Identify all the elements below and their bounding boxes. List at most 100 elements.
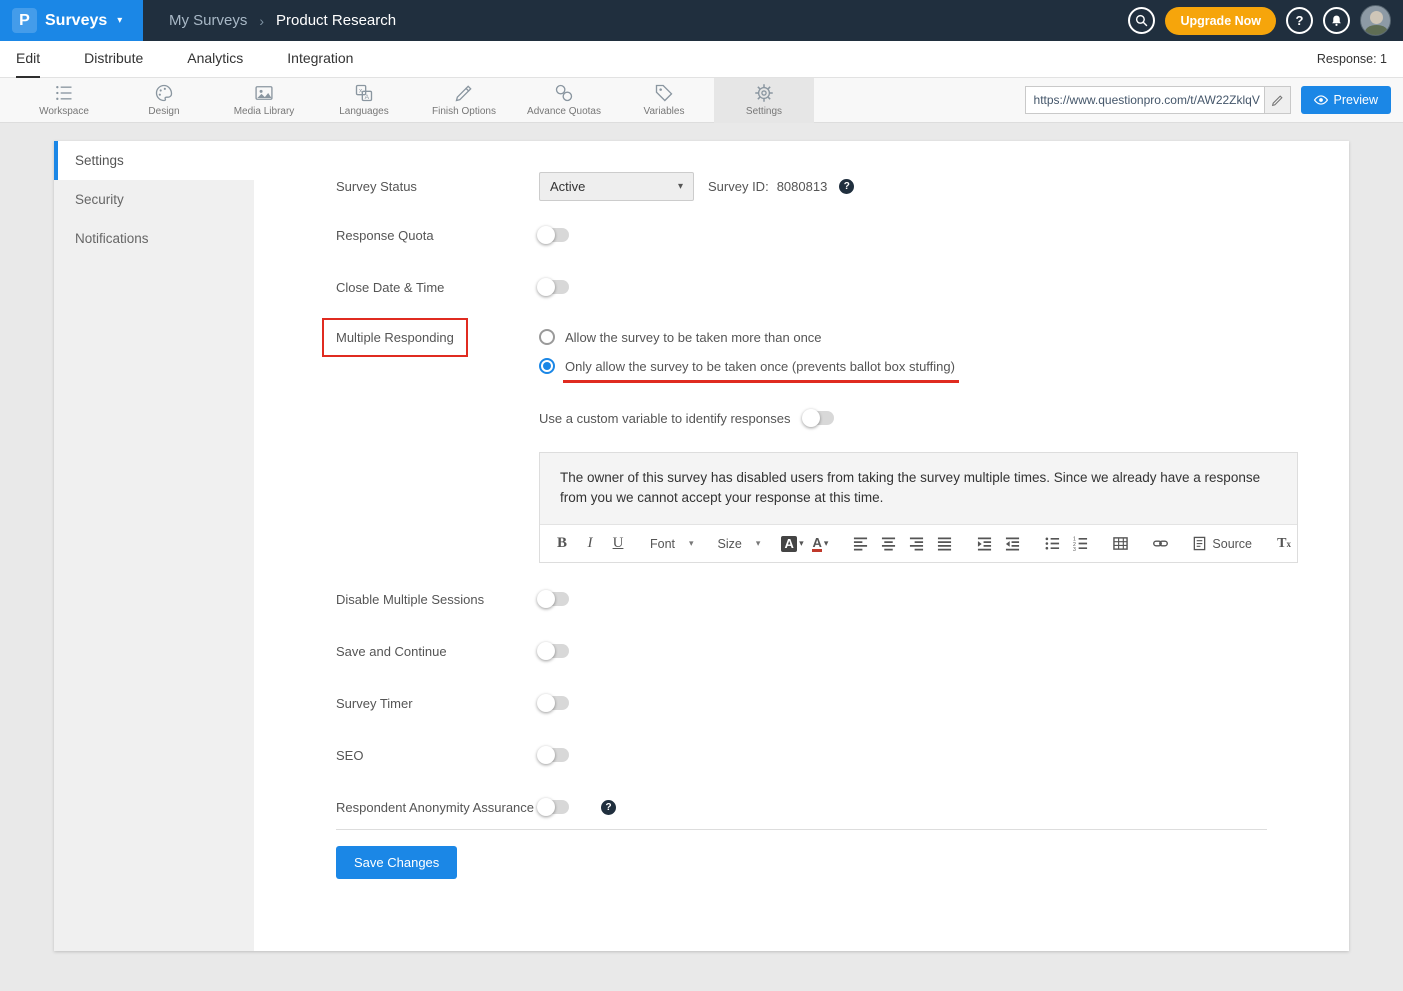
palette-icon: [154, 83, 174, 103]
italic-button[interactable]: I: [578, 532, 602, 556]
tab-edit[interactable]: Edit: [16, 41, 40, 78]
tab-distribute[interactable]: Distribute: [84, 41, 143, 78]
avatar[interactable]: [1360, 5, 1391, 36]
numbered-list-icon: 123: [1073, 536, 1088, 551]
disable-sessions-row: Disable Multiple Sessions: [336, 589, 1298, 609]
multiple-responding-row: Multiple Responding Allow the survey to …: [336, 329, 1298, 374]
toolbar-item-advance-quotas[interactable]: Advance Quotas: [514, 78, 614, 123]
indent-icon: [977, 536, 992, 551]
eye-icon: [1314, 93, 1328, 107]
settings-content: Survey Status Active ▾ Survey ID: 808081…: [254, 141, 1350, 951]
survey-id-value: 8080813: [777, 179, 828, 194]
tab-analytics[interactable]: Analytics: [187, 41, 243, 78]
text-color-icon: A: [812, 536, 821, 552]
quotas-icon: [554, 83, 574, 103]
option-only-once[interactable]: Only allow the survey to be taken once (…: [539, 358, 955, 374]
insert-table-button[interactable]: [1108, 532, 1132, 556]
save-continue-row: Save and Continue: [336, 641, 1298, 661]
anonymity-toggle[interactable]: [539, 800, 569, 814]
questionpro-logo: P: [12, 8, 37, 33]
underline-button[interactable]: U: [606, 532, 630, 556]
help-button[interactable]: ?: [1286, 7, 1313, 34]
toolbar-item-settings[interactable]: Settings: [714, 78, 814, 123]
breadcrumb-separator-icon: ›: [259, 13, 264, 29]
survey-url-input[interactable]: https://www.questionpro.com/t/AW22ZklqV: [1026, 87, 1264, 113]
close-date-toggle[interactable]: [539, 280, 569, 294]
sidebar-item-settings[interactable]: Settings: [54, 141, 254, 180]
brand-label: Surveys: [45, 12, 107, 30]
pencil-icon: [454, 83, 474, 103]
help-icon[interactable]: ?: [601, 800, 616, 815]
surveys-menu[interactable]: P Surveys ▾: [0, 0, 143, 41]
toolbar-item-variables[interactable]: Variables: [614, 78, 714, 123]
toolbar-item-languages[interactable]: xA Languages: [314, 78, 414, 123]
preview-button[interactable]: Preview: [1301, 86, 1391, 114]
align-left-button[interactable]: [848, 532, 872, 556]
disable-sessions-toggle[interactable]: [539, 592, 569, 606]
source-button[interactable]: Source: [1188, 532, 1256, 556]
insert-link-button[interactable]: [1148, 532, 1172, 556]
size-dropdown[interactable]: Size ▾: [714, 537, 765, 551]
custom-variable-row: Use a custom variable to identify respon…: [539, 408, 1298, 428]
seo-toggle[interactable]: [539, 748, 569, 762]
toolbar-item-design[interactable]: Design: [114, 78, 214, 123]
notifications-button[interactable]: [1323, 7, 1350, 34]
outdent-button[interactable]: [1000, 532, 1024, 556]
help-icon[interactable]: ?: [839, 179, 854, 194]
bold-button[interactable]: B: [550, 532, 574, 556]
languages-icon: xA: [354, 83, 374, 103]
edit-url-button[interactable]: [1264, 87, 1290, 113]
annotation-red-underline: Only allow the survey to be taken once (…: [565, 359, 955, 374]
survey-status-select[interactable]: Active ▾: [539, 172, 694, 201]
anonymity-row: Respondent Anonymity Assurance ?: [336, 797, 1298, 817]
align-center-button[interactable]: [876, 532, 900, 556]
save-continue-label: Save and Continue: [336, 644, 539, 659]
toolbar-item-finish-options[interactable]: Finish Options: [414, 78, 514, 123]
text-color-button[interactable]: A ▾: [808, 532, 832, 556]
save-continue-toggle[interactable]: [539, 644, 569, 658]
align-left-icon: [853, 536, 868, 551]
seo-label: SEO: [336, 748, 539, 763]
page-background: Settings Security Notifications Survey S…: [0, 123, 1403, 991]
anonymity-label: Respondent Anonymity Assurance: [336, 800, 539, 815]
survey-timer-label: Survey Timer: [336, 696, 539, 711]
align-right-button[interactable]: [904, 532, 928, 556]
outdent-icon: [1005, 536, 1020, 551]
toolbar-item-workspace[interactable]: Workspace: [14, 78, 114, 123]
response-quota-row: Response Quota: [336, 225, 1298, 245]
survey-timer-toggle[interactable]: [539, 696, 569, 710]
response-count: Response: 1: [1317, 52, 1387, 66]
sidebar-item-notifications[interactable]: Notifications: [54, 219, 254, 258]
annotation-red-box: Multiple Responding: [322, 318, 468, 357]
numbered-list-button[interactable]: 123: [1068, 532, 1092, 556]
search-button[interactable]: [1128, 7, 1155, 34]
divider: [336, 829, 1267, 830]
edit-toolbar: Workspace Design Media Library xA Langua…: [0, 78, 1403, 123]
disabled-message-text[interactable]: The owner of this survey has disabled us…: [540, 453, 1297, 524]
settings-card: Settings Security Notifications Survey S…: [54, 141, 1349, 951]
background-color-button[interactable]: A ▾: [780, 532, 804, 556]
table-icon: [1113, 536, 1128, 551]
save-changes-button[interactable]: Save Changes: [336, 846, 457, 879]
custom-variable-toggle[interactable]: [804, 411, 834, 425]
indent-button[interactable]: [972, 532, 996, 556]
bullet-list-button[interactable]: [1040, 532, 1064, 556]
tab-integration[interactable]: Integration: [287, 41, 353, 78]
font-dropdown[interactable]: Font ▾: [646, 537, 698, 551]
option-allow-multiple[interactable]: Allow the survey to be taken more than o…: [539, 329, 955, 345]
settings-sidebar: Settings Security Notifications: [54, 141, 254, 951]
breadcrumb-my-surveys[interactable]: My Surveys: [169, 12, 247, 29]
radio-unselected-icon: [539, 329, 555, 345]
header-actions: Upgrade Now ?: [1128, 5, 1403, 36]
disabled-message-editor: The owner of this survey has disabled us…: [539, 452, 1298, 563]
remove-format-button[interactable]: Tx: [1272, 532, 1296, 556]
response-quota-toggle[interactable]: [539, 228, 569, 242]
search-icon: [1135, 14, 1148, 27]
breadcrumb: My Surveys › Product Research: [169, 12, 396, 29]
chevron-down-icon: ▾: [678, 181, 683, 192]
custom-variable-label: Use a custom variable to identify respon…: [539, 411, 790, 426]
sidebar-item-security[interactable]: Security: [54, 180, 254, 219]
align-justify-button[interactable]: [932, 532, 956, 556]
toolbar-item-media-library[interactable]: Media Library: [214, 78, 314, 123]
upgrade-now-button[interactable]: Upgrade Now: [1165, 7, 1276, 35]
